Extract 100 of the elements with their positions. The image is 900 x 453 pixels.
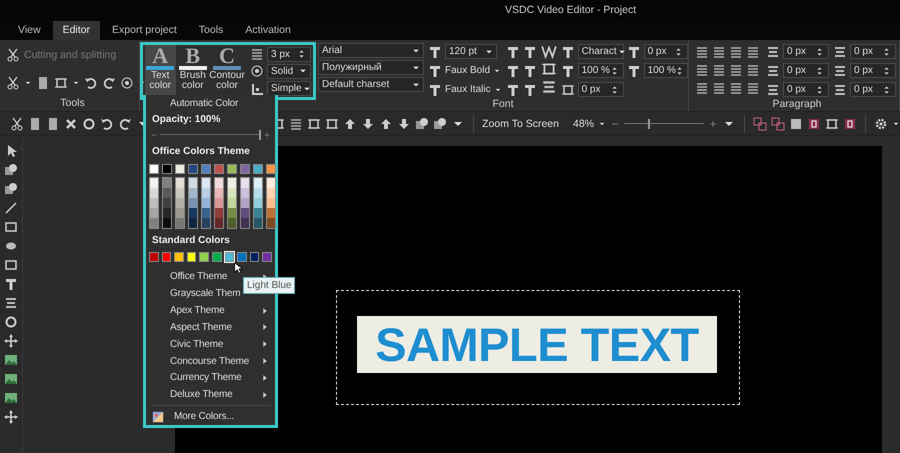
arrow-down-icon[interactable] <box>361 116 376 130</box>
shade-swatches[interactable] <box>149 176 159 229</box>
color-swatch[interactable] <box>199 252 209 262</box>
scissors-icon[interactable] <box>6 76 20 90</box>
indent-field[interactable]: 0 px <box>850 82 896 97</box>
shade-swatches[interactable] <box>253 176 263 229</box>
shapes-icon[interactable] <box>415 116 430 130</box>
submenu-arrow-icon[interactable] <box>261 372 269 383</box>
arrow-down-icon[interactable] <box>397 116 412 130</box>
line-icon[interactable] <box>4 201 18 215</box>
submenu-arrow-icon[interactable] <box>261 339 269 350</box>
image-icon[interactable] <box>4 372 18 386</box>
align-icon[interactable] <box>729 44 743 58</box>
color-button[interactable]: B Brush color <box>178 45 208 97</box>
color-swatch[interactable] <box>214 164 224 174</box>
palette-icon[interactable] <box>152 410 164 423</box>
color-swatch[interactable] <box>162 164 172 174</box>
tab[interactable]: Tools <box>188 21 234 40</box>
delete-icon[interactable] <box>64 116 78 130</box>
menu-item[interactable]: Automatic Color <box>146 98 275 114</box>
color-swatch[interactable] <box>224 252 234 262</box>
color-button[interactable]: A Text color <box>145 45 176 97</box>
font-style-dropdown[interactable]: Полужирный <box>318 60 424 75</box>
tab[interactable]: Editor <box>52 21 100 40</box>
menu-item[interactable]: Grayscale Them <box>170 288 240 300</box>
shade-swatches[interactable] <box>227 176 237 229</box>
page-icon[interactable] <box>36 76 50 90</box>
indent-field[interactable]: 0 px <box>850 44 896 59</box>
scissors-icon[interactable] <box>10 116 24 130</box>
color-swatch[interactable] <box>149 252 159 262</box>
align-icon[interactable] <box>729 80 743 94</box>
image-icon[interactable] <box>4 353 18 367</box>
menu-item[interactable]: Apex Theme <box>170 305 225 316</box>
submenu-arrow-icon[interactable] <box>261 306 269 316</box>
menu-item[interactable]: Civic Theme <box>170 338 224 350</box>
kerning-field[interactable]: 0 px <box>578 82 624 97</box>
shade-swatches[interactable] <box>214 176 224 229</box>
color-swatch[interactable] <box>188 164 198 174</box>
text-style-icon[interactable] <box>506 64 520 78</box>
image-icon[interactable] <box>4 391 18 405</box>
color-swatch[interactable] <box>149 164 159 174</box>
text-style-icon[interactable] <box>522 82 537 96</box>
faux-italic-dropdown[interactable]: Faux Italic <box>445 84 491 95</box>
rectangle-icon[interactable] <box>4 220 18 234</box>
color-swatch[interactable] <box>186 252 196 262</box>
arrow-up-icon[interactable] <box>343 116 358 130</box>
list-icon[interactable] <box>4 296 18 310</box>
align-icon[interactable] <box>712 80 726 94</box>
copy-icon[interactable] <box>28 116 42 130</box>
rotate-right-icon[interactable] <box>102 76 116 90</box>
align-icon[interactable] <box>307 116 322 130</box>
tab[interactable]: View <box>8 21 51 40</box>
rectangle-icon[interactable] <box>4 258 18 272</box>
redo-icon[interactable] <box>118 116 132 130</box>
faux-bold-dropdown[interactable]: Faux Bold <box>445 65 490 76</box>
menu-item[interactable]: Deluxe Theme <box>170 389 232 400</box>
menu-item[interactable]: Office Theme <box>170 271 228 282</box>
align-icon[interactable] <box>695 62 709 76</box>
color-swatch[interactable] <box>237 252 247 262</box>
overlap-icon[interactable] <box>753 116 767 130</box>
color-swatch[interactable] <box>212 252 222 262</box>
color-swatch[interactable] <box>253 164 263 174</box>
plus-icon[interactable] <box>263 130 271 140</box>
color-swatch[interactable] <box>201 164 211 174</box>
zoom-to-screen-button[interactable]: Zoom To Screen <box>482 118 559 130</box>
menu-item[interactable]: More Colors... <box>174 411 234 422</box>
indent-field[interactable]: 0 px <box>783 63 829 78</box>
menu-item[interactable]: Concourse Theme <box>170 356 250 367</box>
scale-field[interactable]: 100 % <box>644 63 688 78</box>
circle-icon[interactable] <box>82 116 96 130</box>
frame-icon[interactable] <box>825 116 839 130</box>
align-icon[interactable] <box>325 116 340 130</box>
line-type-dropdown[interactable]: Simple <box>267 81 311 96</box>
character-dropdown[interactable]: Charact <box>578 44 624 59</box>
submenu-arrow-icon[interactable] <box>261 390 269 400</box>
text-style-icon[interactable] <box>522 44 537 58</box>
line-width-field[interactable]: 3 px <box>267 46 311 62</box>
color-swatch[interactable] <box>227 164 237 174</box>
align-icon[interactable] <box>729 62 743 76</box>
charset-dropdown[interactable]: Default charset <box>318 77 424 92</box>
layers-icon[interactable] <box>4 182 18 196</box>
crop-icon[interactable] <box>54 76 68 90</box>
align-icon[interactable] <box>712 62 726 76</box>
color-swatch[interactable] <box>262 252 272 262</box>
shade-swatches[interactable] <box>201 176 211 229</box>
color-swatch[interactable] <box>175 164 185 174</box>
target-icon[interactable] <box>120 76 134 90</box>
square-icon[interactable] <box>789 116 803 130</box>
text-style-icon[interactable] <box>522 64 537 78</box>
align-icon[interactable] <box>712 44 726 58</box>
color-swatch[interactable] <box>162 252 172 262</box>
submenu-arrow-icon[interactable] <box>261 356 269 366</box>
align-icon[interactable] <box>746 80 760 94</box>
move-icon[interactable] <box>4 410 18 424</box>
color-swatch[interactable] <box>266 164 276 174</box>
align-icon[interactable] <box>695 80 709 94</box>
shade-swatches[interactable] <box>188 176 198 229</box>
align-icon[interactable] <box>695 44 709 58</box>
circle-icon[interactable] <box>4 315 18 329</box>
text-style-icon[interactable] <box>506 44 520 58</box>
